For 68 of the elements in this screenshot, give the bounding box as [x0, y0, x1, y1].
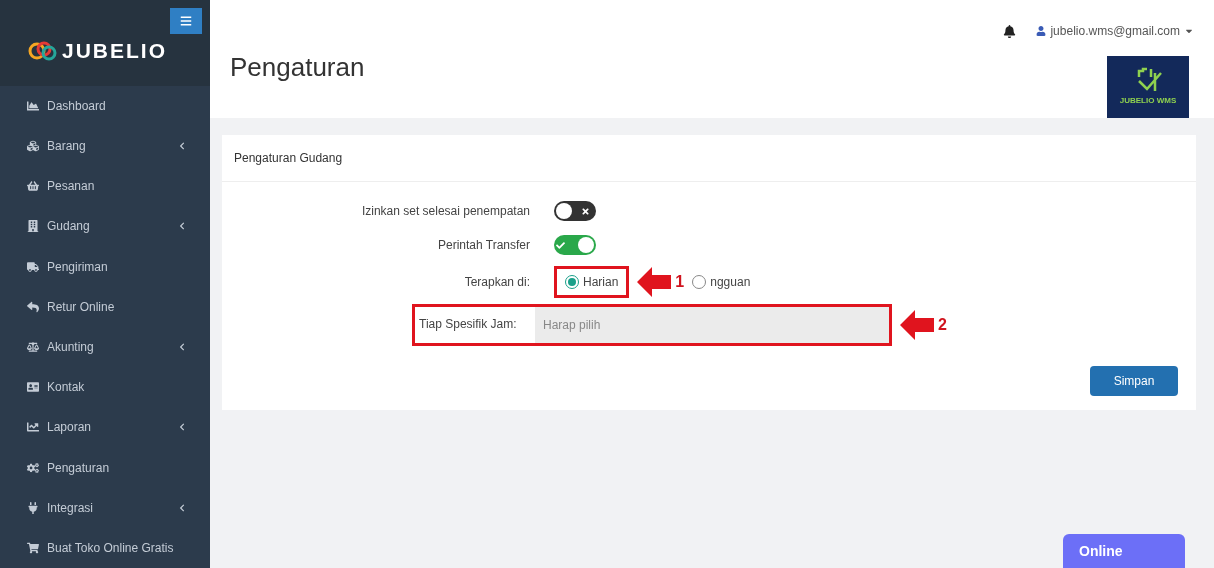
- hour-label: Tiap Spesifik Jam:: [418, 316, 518, 333]
- line-chart-icon: [27, 421, 39, 434]
- brand-name: JUBELIO: [62, 38, 167, 65]
- cubes-icon: [27, 140, 39, 152]
- sidebar-item-label: Buat Toko Online Gratis: [47, 539, 175, 557]
- sidebar-item-label: Retur Online: [47, 298, 116, 316]
- toggle-switch[interactable]: [554, 201, 596, 221]
- sidebar-item-label: Akunting: [47, 338, 95, 356]
- sidebar-item-label: Pesanan: [47, 178, 96, 196]
- building-icon: [27, 220, 39, 233]
- sidebar-item-label: Gudang: [47, 218, 91, 236]
- annotation-arrow-icon: [637, 267, 672, 297]
- sidebar-item-label: Dashboard: [47, 97, 107, 115]
- sidebar-item-label: Pengiriman: [47, 258, 109, 276]
- cart-icon: [27, 541, 39, 554]
- check-icon: [556, 240, 565, 250]
- chevron-icon: [178, 222, 186, 231]
- bell-icon[interactable]: [1003, 24, 1017, 38]
- menu-icon: [180, 15, 192, 27]
- sidebar-item[interactable]: Retur Online: [0, 286, 210, 327]
- logo-text: JUBELIO WMS: [1119, 95, 1177, 107]
- radio-option[interactable]: Harian: [554, 266, 630, 298]
- sidebar-item[interactable]: Pengaturan: [0, 447, 210, 488]
- sidebar-item-label: Kontak: [47, 379, 86, 397]
- chevron-icon: [178, 142, 186, 150]
- annotation-number: 1: [675, 272, 685, 292]
- online-status-button[interactable]: Online: [1063, 534, 1185, 568]
- truck-icon: [27, 260, 39, 273]
- logo-icon: [28, 40, 58, 61]
- toggle-label: Izinkan set selesai penempatan: [360, 203, 530, 220]
- close-icon: [581, 206, 590, 216]
- sidebar-item[interactable]: Gudang: [0, 206, 210, 247]
- plug-icon: [27, 501, 39, 514]
- sidebar-item-label: Pengaturan: [47, 459, 111, 477]
- annotation-arrow-icon: [900, 310, 934, 340]
- sidebar-item[interactable]: Integrasi: [0, 487, 210, 528]
- apply-label: Terapkan di:: [463, 274, 530, 291]
- area-chart-icon: [27, 99, 39, 112]
- menu-button[interactable]: [170, 8, 202, 34]
- toggle-switch[interactable]: [554, 235, 596, 255]
- toggle-label: Perintah Transfer: [436, 237, 530, 254]
- basket-icon: [27, 180, 39, 193]
- user-menu[interactable]: jubelio.wms@gmail.com: [1036, 22, 1194, 40]
- radio-option[interactable]: ngguan: [688, 273, 755, 291]
- user-icon: [1036, 26, 1047, 36]
- sidebar-item-label: Laporan: [47, 419, 93, 437]
- chevron-icon: [178, 342, 186, 351]
- sidebar-item-label: Integrasi: [47, 499, 95, 517]
- gears-icon: [27, 461, 39, 474]
- save-button[interactable]: Simpan: [1090, 366, 1178, 396]
- sidebar-item[interactable]: Pengiriman: [0, 246, 210, 287]
- annotation-number: 2: [938, 315, 947, 335]
- sidebar-item-label: Barang: [47, 138, 87, 155]
- sidebar-item[interactable]: Laporan: [0, 407, 210, 448]
- page-title: Pengaturan: [230, 51, 365, 84]
- scale-icon: [27, 340, 39, 353]
- sidebar-item[interactable]: Buat Toko Online Gratis: [0, 527, 210, 568]
- sidebar-item[interactable]: Pesanan: [0, 166, 210, 207]
- sidebar-item[interactable]: Akunting: [0, 326, 210, 368]
- chevron-icon: [178, 423, 186, 432]
- hour-select-field[interactable]: Harap pilih: [535, 307, 889, 343]
- sidebar-item[interactable]: Barang: [0, 125, 210, 167]
- id-card-icon: [27, 381, 39, 394]
- card-title: Pengaturan Gudang: [234, 150, 343, 167]
- chevron-icon: [178, 503, 186, 512]
- sidebar-item[interactable]: Kontak: [0, 367, 210, 408]
- reply-arrow-icon: [27, 300, 39, 313]
- sidebar-item[interactable]: Dashboard: [0, 85, 210, 126]
